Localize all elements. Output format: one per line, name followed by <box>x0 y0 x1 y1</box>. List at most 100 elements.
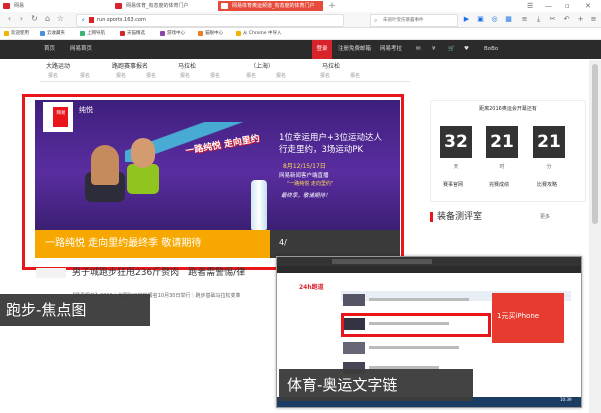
new-tab-button[interactable]: + <box>327 0 337 12</box>
unit-hours: 时 <box>499 164 505 170</box>
category-link[interactable]: 报名 <box>48 72 58 79</box>
inset-ad: 1元买iPhone <box>492 293 564 343</box>
nav-mail-link[interactable]: 注册免费邮箱 <box>338 40 371 59</box>
bookmarks-bar: 欢迎使用 云收藏夹 上网导航 天猫精选 游戏中心 猫眼中心 从 Chrome 中… <box>0 28 601 40</box>
category-link[interactable]: 报名 <box>320 72 330 79</box>
bookmark-star-icon[interactable]: ☆ <box>55 13 66 25</box>
bookmark-item[interactable]: 天猫精选 <box>120 28 145 39</box>
category-title[interactable]: 马拉松 <box>178 61 196 70</box>
video-icon[interactable]: ▶ <box>462 14 471 24</box>
folder-icon <box>236 31 241 36</box>
folder-icon <box>4 31 9 36</box>
close-button[interactable]: ✕ <box>585 0 591 12</box>
reader-icon[interactable]: ▣ <box>476 14 485 24</box>
minimize-button[interactable]: — <box>545 0 552 12</box>
nav-netease-link[interactable]: 网易首页 <box>70 40 92 59</box>
money-icon[interactable]: ¥ <box>432 40 436 59</box>
category-link[interactable]: 报名 <box>146 72 156 79</box>
inset-navbar <box>277 266 581 273</box>
inset-list-item <box>343 293 483 307</box>
category-link[interactable]: 报名 <box>80 72 90 79</box>
inset-highlight-frame <box>341 313 491 337</box>
more-link[interactable]: 更多 <box>540 210 550 224</box>
lightning-icon: ⚡ <box>81 17 86 24</box>
article-thumb <box>36 268 66 278</box>
grid-icon[interactable]: ▦ <box>504 14 513 24</box>
link-results[interactable]: 完赛成绩 <box>489 181 509 188</box>
game-icon <box>160 31 165 36</box>
netease-favicon-icon <box>115 3 122 9</box>
category-title[interactable]: 路跑赛事报名 <box>112 61 148 70</box>
scrollbar-thumb[interactable] <box>592 64 598 224</box>
tab-netease[interactable]: 网易 <box>0 1 108 11</box>
category-link[interactable]: 报名 <box>276 72 286 79</box>
inset-text-line <box>369 298 469 301</box>
tab-sports[interactable]: 网易体育_有态度的体育门户 <box>112 1 214 11</box>
login-button[interactable]: 登录 <box>312 40 332 59</box>
heart-icon[interactable]: ♥ <box>464 40 469 59</box>
bookmark-item[interactable]: 欢迎使用 <box>4 28 29 39</box>
inset-clock: 10:39 <box>560 397 572 402</box>
bookmark-item[interactable]: 上网导航 <box>80 28 105 39</box>
mail-icon[interactable]: ✉ <box>416 40 421 59</box>
category-title[interactable]: 马拉松 <box>322 61 340 70</box>
category-link[interactable]: 报名 <box>246 72 256 79</box>
cut-icon[interactable]: ✂ <box>548 14 557 24</box>
reload-icon[interactable]: ↻ <box>29 13 40 25</box>
undo-icon[interactable]: ↶ <box>562 14 571 24</box>
forward-icon[interactable]: › <box>16 13 27 25</box>
unit-minutes: 分 <box>546 164 552 170</box>
article-headline[interactable]: 男子城跑步狂甩236斤赘肉 跑者需警惕/律 <box>72 265 245 278</box>
inset-url-bar <box>332 259 432 264</box>
search-icon: ⌕ <box>374 17 378 24</box>
category-link[interactable]: 报名 <box>180 72 190 79</box>
olympics-countdown: 距离2016奥运会开幕还有 32 21 21 天 时 分 赛事官网 完赛成绩 比… <box>430 100 586 202</box>
nav-kaola-link[interactable]: 网易考拉 <box>380 40 402 59</box>
home-icon[interactable]: ⌂ <box>42 13 53 25</box>
label-focus-image: 跑步-焦点图 <box>0 294 150 326</box>
url-text: run.sports.163.com <box>97 17 146 23</box>
menu-lines-icon[interactable]: ≡ <box>520 14 529 24</box>
bookmark-item[interactable]: 云收藏夹 <box>40 28 65 39</box>
url-input[interactable]: ⚡ run.sports.163.com <box>76 14 344 27</box>
category-link[interactable]: 报名 <box>210 72 220 79</box>
tab-olympics-active[interactable]: 网易体育奥运频道_有态度的体育门户 <box>218 1 323 11</box>
bookmark-item[interactable]: 从 Chrome 中导入 <box>236 28 282 39</box>
add-icon[interactable]: + <box>576 14 585 24</box>
divider <box>40 81 410 82</box>
nav-home-link[interactable]: 首页 <box>44 40 55 59</box>
inset-text-line <box>369 346 459 349</box>
category-title[interactable]: （上海） <box>250 61 274 70</box>
settings-icon[interactable]: ≡ <box>589 14 598 24</box>
menu-icon[interactable]: ☰ <box>527 0 533 12</box>
bookmark-item[interactable]: 游戏中心 <box>160 28 185 39</box>
category-link[interactable]: 报名 <box>350 72 360 79</box>
nav-bobo-link[interactable]: BoBo <box>484 40 498 59</box>
site-nav-bar: 首页 网易首页 登录 注册免费邮箱 网易考拉 ✉ ¥ 🛒 ♥ BoBo <box>0 40 601 59</box>
category-link[interactable]: 报名 <box>116 72 126 79</box>
back-icon[interactable]: ‹ <box>4 13 15 25</box>
inset-logo: 24h跑道 <box>299 284 324 291</box>
section-title: 装备测评室 <box>437 212 483 222</box>
inset-thumb <box>343 342 365 354</box>
tab-label: 网易体育_有态度的体育门户 <box>126 3 189 9</box>
site-favicon-icon <box>89 17 94 23</box>
maximize-button[interactable]: ▫ <box>565 0 570 12</box>
search-placeholder: 朱丽叶受伤暴露事件 <box>383 18 424 23</box>
tmall-icon <box>120 31 125 36</box>
cart-icon[interactable]: 🛒 <box>448 40 455 59</box>
unit-days: 天 <box>453 164 459 170</box>
link-official-site[interactable]: 赛事官网 <box>443 181 463 188</box>
category-title[interactable]: 大路运动 <box>46 61 70 70</box>
label-olympic-text-link: 体育-奥运文字链 <box>279 369 473 401</box>
search-input[interactable]: ⌕ 朱丽叶受伤暴露事件 <box>370 14 458 27</box>
tab-label: 网易体育奥运频道_有态度的体育门户 <box>232 3 315 9</box>
section-accent <box>430 212 433 222</box>
refresh-icon[interactable]: ◎ <box>490 14 499 24</box>
download-icon[interactable]: ⤓ <box>534 14 543 24</box>
link-guide[interactable]: 比赛攻略 <box>537 181 557 188</box>
inset-titlebar <box>277 257 581 266</box>
countdown-title: 距离2016奥运会开幕还有 <box>479 106 537 112</box>
bookmark-item[interactable]: 猫眼中心 <box>198 28 223 39</box>
address-bar: ‹ › ↻ ⌂ ☆ ⚡ run.sports.163.com ⌕ 朱丽叶受伤暴露… <box>0 12 601 28</box>
